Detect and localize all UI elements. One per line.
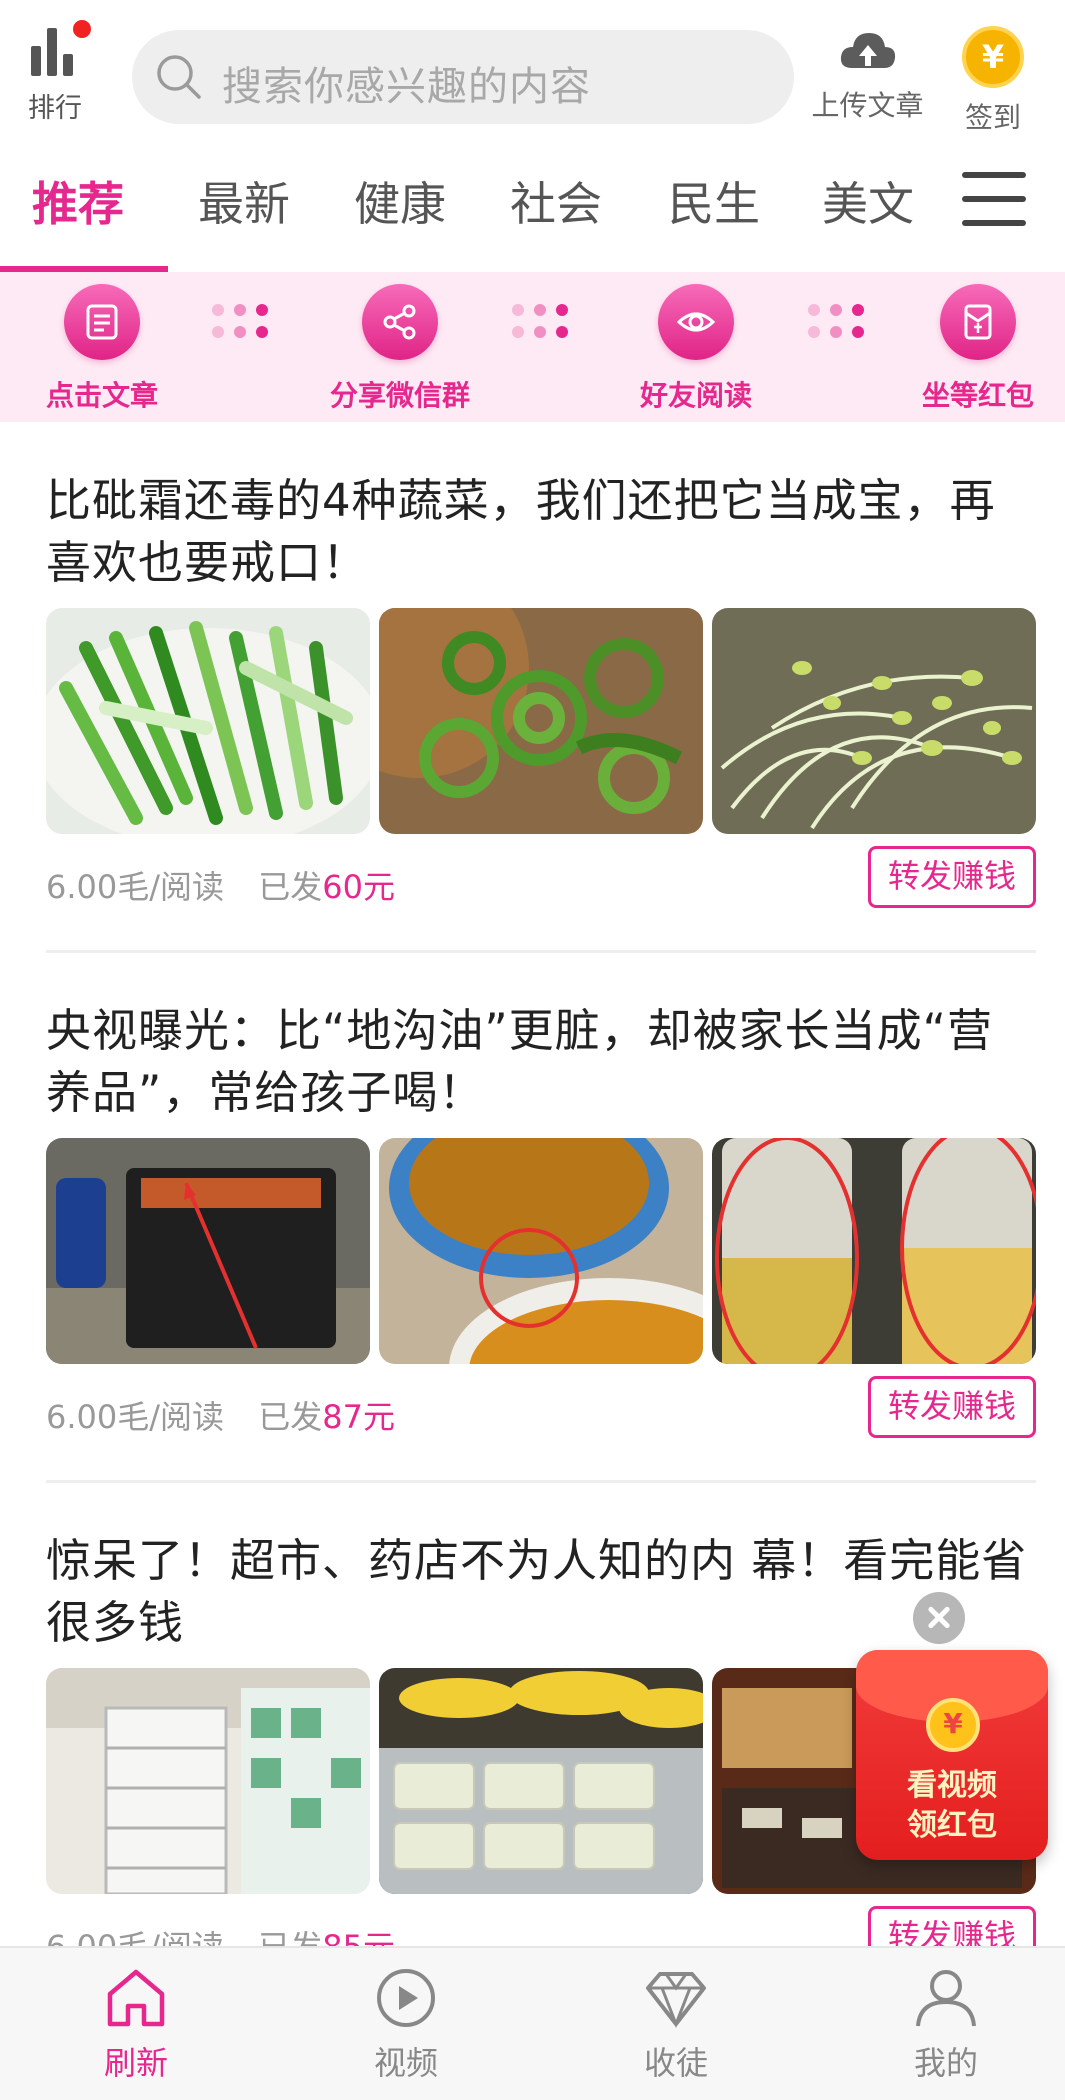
ranking-button[interactable]: 排行 xyxy=(20,20,91,130)
article-thumbnail[interactable] xyxy=(379,608,703,834)
upload-article-button[interactable]: 上传文章 xyxy=(800,22,935,124)
search-input[interactable]: 搜索你感兴趣的内容 xyxy=(132,30,794,124)
earn-steps-banner: 点击文章 分享微信群 好友阅读 坐等红包 xyxy=(0,272,1065,422)
menu-icon[interactable] xyxy=(962,172,1026,230)
close-promo-button[interactable] xyxy=(913,1592,965,1644)
step-connector-dots xyxy=(808,304,868,340)
promo-text: 看视频 领红包 xyxy=(907,1768,997,1843)
home-icon xyxy=(107,1969,165,2027)
sent-prefix: 已发 xyxy=(258,868,323,906)
read-rate: 6.00毛/阅读 xyxy=(46,1398,225,1436)
nav-apprentice[interactable]: 收徒 xyxy=(606,1966,746,2084)
upload-label: 上传文章 xyxy=(811,89,924,122)
cloud-upload-icon xyxy=(840,33,895,68)
category-tabs: 推荐 最新 健康 社会 民生 美文 xyxy=(0,150,1065,272)
article-divider xyxy=(46,1480,1036,1483)
nav-label: 刷新 xyxy=(103,2044,168,2082)
step-label: 坐等红包 xyxy=(921,379,1034,412)
diamond-icon xyxy=(646,1972,706,2029)
ranking-label: 排行 xyxy=(28,93,82,124)
nav-label: 我的 xyxy=(913,2044,978,2082)
step-connector-dots xyxy=(512,304,572,340)
sent-amount: 60元 xyxy=(322,868,395,906)
forward-earn-button[interactable]: 转发赚钱 xyxy=(868,1376,1036,1438)
article-card[interactable]: 央视曝光：比“地沟油”更脏，却被家长当成“营养品”，常给孩子喝！ 6.00毛/阅… xyxy=(46,1000,1036,1440)
sent-amount: 87元 xyxy=(322,1398,395,1436)
step-click-article: 点击文章 xyxy=(22,284,182,414)
eye-icon xyxy=(677,312,715,332)
search-placeholder: 搜索你感兴趣的内容 xyxy=(222,64,591,110)
red-envelope-icon xyxy=(964,304,992,340)
share-icon xyxy=(383,304,416,340)
step-label: 好友阅读 xyxy=(639,379,752,412)
article-divider xyxy=(46,950,1036,953)
signin-label: 签到 xyxy=(964,101,1021,134)
tab-essays[interactable]: 美文 xyxy=(822,168,914,234)
tab-livelihood[interactable]: 民生 xyxy=(668,168,760,234)
bottom-navigation: 刷新 视频 收徒 我的 xyxy=(0,1946,1065,2100)
article-thumbnails xyxy=(46,1138,1036,1364)
ranking-icon xyxy=(31,20,91,76)
nav-label: 收徒 xyxy=(643,2044,708,2082)
watch-video-red-packet[interactable]: ¥ 看视频 领红包 xyxy=(840,1650,1065,1870)
notification-dot xyxy=(73,20,91,38)
tab-society[interactable]: 社会 xyxy=(510,168,602,234)
article-thumbnail[interactable] xyxy=(379,1138,703,1364)
play-icon xyxy=(377,1969,435,2027)
article-title[interactable]: 比砒霜还毒的4种蔬菜，我们还把它当成宝，再喜欢也要戒口！ xyxy=(46,470,1036,594)
sent-prefix: 已发 xyxy=(258,1398,323,1436)
coin-icon: ¥ xyxy=(962,26,1024,88)
article-thumbnail[interactable] xyxy=(712,1138,1036,1364)
step-label: 点击文章 xyxy=(45,379,158,412)
tab-recommended[interactable]: 推荐 xyxy=(32,168,124,234)
article-title[interactable]: 惊呆了！超市、药店不为人知的内 幕！看完能省很多钱 xyxy=(46,1530,1036,1654)
article-thumbnail[interactable] xyxy=(46,1138,370,1364)
article-meta: 6.00毛/阅读 已发60元 xyxy=(46,862,395,908)
search-icon xyxy=(157,55,201,99)
read-rate: 6.00毛/阅读 xyxy=(46,868,225,906)
nav-label: 视频 xyxy=(373,2044,438,2082)
coin-icon: ¥ xyxy=(926,1698,980,1752)
article-thumbnails xyxy=(46,608,1036,834)
nav-refresh[interactable]: 刷新 xyxy=(66,1966,206,2084)
article-meta: 6.00毛/阅读 已发87元 xyxy=(46,1392,395,1438)
step-friend-read: 好友阅读 xyxy=(616,284,776,414)
article-thumbnail[interactable] xyxy=(712,608,1036,834)
step-label: 分享微信群 xyxy=(329,379,470,412)
nav-profile[interactable]: 我的 xyxy=(876,1966,1016,2084)
signin-button[interactable]: ¥ 签到 xyxy=(952,22,1034,136)
tab-latest[interactable]: 最新 xyxy=(198,168,290,234)
tab-health[interactable]: 健康 xyxy=(354,168,446,234)
article-thumbnail[interactable] xyxy=(46,608,370,834)
forward-earn-button[interactable]: 转发赚钱 xyxy=(868,846,1036,908)
step-connector-dots xyxy=(212,304,272,340)
article-title[interactable]: 央视曝光：比“地沟油”更脏，却被家长当成“营养品”，常给孩子喝！ xyxy=(46,1000,1036,1124)
step-wait-redpacket: 坐等红包 xyxy=(898,284,1058,414)
article-card[interactable]: 比砒霜还毒的4种蔬菜，我们还把它当成宝，再喜欢也要戒口！ 6.00毛/阅读 已发… xyxy=(46,470,1036,910)
user-icon xyxy=(916,1970,976,2027)
article-thumbnail[interactable] xyxy=(46,1668,370,1894)
nav-video[interactable]: 视频 xyxy=(336,1966,476,2084)
document-icon xyxy=(86,304,118,340)
top-header: 排行 搜索你感兴趣的内容 上传文章 ¥ 签到 xyxy=(0,0,1065,150)
step-share-wechat: 分享微信群 xyxy=(320,284,480,414)
article-thumbnail[interactable] xyxy=(379,1668,703,1894)
